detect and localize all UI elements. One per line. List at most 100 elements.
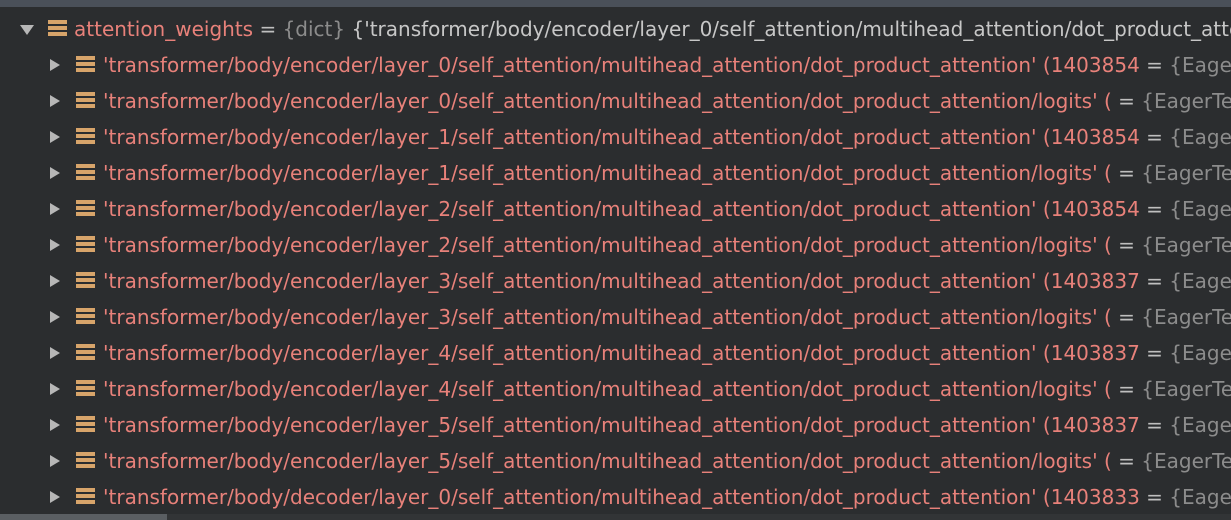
tree-row[interactable]: 'transformer/body/encoder/layer_0/self_a…: [0, 47, 1231, 83]
equals-sign: =: [1139, 125, 1170, 149]
variable-icon: [76, 416, 95, 433]
tree-row[interactable]: 'transformer/body/encoder/layer_0/self_a…: [0, 83, 1231, 119]
chevron-right-icon[interactable]: [50, 383, 60, 395]
variable-name: 'transformer/body/encoder/layer_4/self_a…: [103, 377, 1112, 401]
variable-name: 'transformer/body/encoder/layer_0/self_a…: [103, 53, 1140, 77]
variable-type: {EagerTensor}: [1169, 413, 1231, 437]
equals-sign: =: [1111, 89, 1142, 113]
variable-name: 'transformer/body/encoder/layer_5/self_a…: [103, 449, 1112, 473]
equals-sign: =: [1139, 197, 1170, 221]
tree-row[interactable]: 'transformer/body/encoder/layer_2/self_a…: [0, 227, 1231, 263]
variable-type: {EagerTensor}: [1169, 269, 1231, 293]
variable-name: 'transformer/body/decoder/layer_0/self_a…: [103, 485, 1140, 509]
tree-row[interactable]: 'transformer/body/encoder/layer_4/self_a…: [0, 335, 1231, 371]
chevron-right-icon[interactable]: [50, 95, 60, 107]
variable-value: {'transformer/body/encoder/layer_0/self_…: [345, 17, 1231, 41]
variable-type: {EagerTensor}: [1141, 161, 1231, 185]
equals-sign: =: [1139, 485, 1170, 509]
equals-sign: =: [1139, 341, 1170, 365]
chevron-right-icon[interactable]: [50, 203, 60, 215]
chevron-down-icon[interactable]: [20, 25, 34, 35]
variable-icon: [76, 56, 95, 73]
equals-sign: =: [253, 17, 283, 41]
row-label: 'transformer/body/encoder/layer_2/self_a…: [103, 191, 1231, 227]
equals-sign: =: [1139, 413, 1170, 437]
tree-row[interactable]: 'transformer/body/decoder/layer_0/self_a…: [0, 479, 1231, 515]
tree-row-root[interactable]: attention_weights = {dict} {'transformer…: [0, 11, 1231, 47]
variable-icon: [76, 308, 95, 325]
tree-row[interactable]: 'transformer/body/encoder/layer_2/self_a…: [0, 191, 1231, 227]
debugger-variables-panel: attention_weights = {dict} {'transformer…: [0, 0, 1231, 520]
chevron-right-icon[interactable]: [50, 311, 60, 323]
chevron-right-icon[interactable]: [50, 491, 60, 503]
variable-name: attention_weights: [74, 17, 254, 41]
row-label: 'transformer/body/decoder/layer_0/self_a…: [103, 479, 1231, 515]
row-label: 'transformer/body/encoder/layer_5/self_a…: [103, 443, 1231, 479]
row-label: 'transformer/body/encoder/layer_1/self_a…: [103, 119, 1231, 155]
tree-row[interactable]: 'transformer/body/encoder/layer_3/self_a…: [0, 299, 1231, 335]
chevron-right-icon[interactable]: [50, 59, 60, 71]
variable-icon: [76, 92, 95, 109]
variable-name: 'transformer/body/encoder/layer_1/self_a…: [103, 161, 1112, 185]
variable-icon: [76, 344, 95, 361]
variable-icon: [76, 488, 95, 505]
variable-icon: [76, 236, 95, 253]
variable-icon: [48, 20, 67, 37]
equals-sign: =: [1111, 161, 1142, 185]
row-label: 'transformer/body/encoder/layer_2/self_a…: [103, 227, 1231, 263]
variable-icon: [76, 380, 95, 397]
variable-name: 'transformer/body/encoder/layer_5/self_a…: [103, 413, 1140, 437]
tree-row[interactable]: 'transformer/body/encoder/layer_1/self_a…: [0, 155, 1231, 191]
variable-type: {EagerTensor}: [1169, 485, 1231, 509]
row-label: 'transformer/body/encoder/layer_5/self_a…: [103, 407, 1231, 443]
equals-sign: =: [1111, 233, 1142, 257]
chevron-right-icon[interactable]: [50, 419, 60, 431]
panel-top-border: [0, 0, 1231, 7]
variable-type: {EagerTensor}: [1169, 125, 1231, 149]
variable-icon: [76, 452, 95, 469]
row-label: 'transformer/body/encoder/layer_0/self_a…: [103, 83, 1231, 119]
variable-type: {EagerTensor}: [1141, 233, 1231, 257]
chevron-right-icon[interactable]: [50, 347, 60, 359]
variable-icon: [76, 272, 95, 289]
tree-row[interactable]: 'transformer/body/encoder/layer_5/self_a…: [0, 407, 1231, 443]
variable-name: 'transformer/body/encoder/layer_4/self_a…: [103, 341, 1140, 365]
row-label: 'transformer/body/encoder/layer_3/self_a…: [103, 299, 1231, 335]
row-label: 'transformer/body/encoder/layer_4/self_a…: [103, 335, 1231, 371]
variable-type: {EagerTensor}: [1141, 377, 1231, 401]
variable-name: 'transformer/body/encoder/layer_1/self_a…: [103, 125, 1140, 149]
row-label: 'transformer/body/encoder/layer_4/self_a…: [103, 371, 1231, 407]
equals-sign: =: [1111, 305, 1142, 329]
variable-name: 'transformer/body/encoder/layer_2/self_a…: [103, 197, 1140, 221]
variable-name: 'transformer/body/encoder/layer_2/self_a…: [103, 233, 1112, 257]
horizontal-scrollbar[interactable]: [0, 514, 1231, 520]
tree-row[interactable]: 'transformer/body/encoder/layer_3/self_a…: [0, 263, 1231, 299]
chevron-right-icon[interactable]: [50, 131, 60, 143]
variable-type: {EagerTensor}: [1141, 89, 1231, 113]
variable-type: {dict}: [282, 17, 346, 41]
equals-sign: =: [1111, 377, 1142, 401]
row-label: 'transformer/body/encoder/layer_0/self_a…: [103, 47, 1231, 83]
equals-sign: =: [1139, 269, 1170, 293]
chevron-right-icon[interactable]: [50, 239, 60, 251]
variable-name: 'transformer/body/encoder/layer_3/self_a…: [103, 269, 1140, 293]
variable-type: {EagerTensor}: [1169, 197, 1231, 221]
equals-sign: =: [1111, 449, 1142, 473]
row-label: 'transformer/body/encoder/layer_1/self_a…: [103, 155, 1231, 191]
scrollbar-thumb[interactable]: [0, 514, 167, 520]
equals-sign: =: [1139, 53, 1170, 77]
variable-name: 'transformer/body/encoder/layer_0/self_a…: [103, 89, 1112, 113]
variable-icon: [76, 164, 95, 181]
root-label: attention_weights = {dict} {'transformer…: [74, 11, 1231, 47]
variable-icon: [76, 200, 95, 217]
chevron-right-icon[interactable]: [50, 167, 60, 179]
variable-type: {EagerTensor}: [1141, 449, 1231, 473]
row-label: 'transformer/body/encoder/layer_3/self_a…: [103, 263, 1231, 299]
variable-type: {EagerTensor}: [1141, 305, 1231, 329]
tree-row[interactable]: 'transformer/body/encoder/layer_5/self_a…: [0, 443, 1231, 479]
tree-row[interactable]: 'transformer/body/encoder/layer_1/self_a…: [0, 119, 1231, 155]
variable-type: {EagerTensor}: [1169, 341, 1231, 365]
tree-row[interactable]: 'transformer/body/encoder/layer_4/self_a…: [0, 371, 1231, 407]
chevron-right-icon[interactable]: [50, 455, 60, 467]
chevron-right-icon[interactable]: [50, 275, 60, 287]
